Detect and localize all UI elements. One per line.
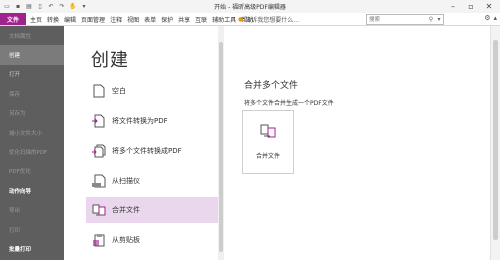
collapse-ribbon-icon[interactable]: ▴	[493, 14, 497, 22]
sidebar-item-reduce-file-size[interactable]: 减小文件大小	[0, 123, 64, 142]
sidebar-item-batch-print[interactable]: 批量打印	[0, 239, 64, 258]
detail-scrollbar[interactable]	[490, 26, 500, 260]
window-controls: – ▫ ✕	[444, 1, 498, 11]
merge-files-card-icon	[260, 123, 276, 139]
create-panel: 创建 空白 将文件转换为PDF 将多个文件转换成PDF 从扫描仪 合并文件 从剪…	[64, 26, 218, 260]
option-label: 将多个文件转换成PDF	[112, 147, 182, 155]
lightbulb-icon: ●	[238, 16, 244, 23]
multi-file-to-pdf-icon	[92, 144, 106, 158]
menu-item-share[interactable]: 共享	[178, 15, 190, 24]
panel-title: 创建	[91, 50, 129, 71]
detail-title: 合并多个文件	[244, 81, 299, 91]
menu-bar: 文件 主页 转换 编辑 页面管理 注释 视图 表单 保护 共享 互联 辅助工具 …	[0, 13, 500, 26]
scrollbar-thumb[interactable]	[219, 42, 223, 252]
sidebar-item-document-properties[interactable]: 文档属性	[0, 26, 64, 45]
option-multi-file-to-pdf[interactable]: 将多个文件转换成PDF	[86, 138, 218, 164]
sidebar-item-create[interactable]: 创建	[0, 45, 64, 65]
gear-icon[interactable]: ⚙	[484, 14, 490, 22]
option-merge-files[interactable]: 合并文件	[86, 197, 218, 223]
option-label: 将文件转换为PDF	[112, 117, 168, 125]
menu-item-home[interactable]: 主页	[30, 15, 42, 24]
file-tab[interactable]: 文件	[0, 13, 26, 25]
menu-item-view[interactable]: 视图	[127, 15, 139, 24]
option-file-to-pdf[interactable]: 将文件转换为PDF	[86, 108, 218, 134]
window-title: 开始 - 福昕高级PDF编辑器	[214, 4, 286, 11]
sidebar-item-save[interactable]: 保存	[0, 84, 64, 103]
menu-item-comment[interactable]: 注释	[110, 15, 122, 24]
minimize-icon[interactable]: –	[444, 1, 462, 11]
menu-item-page-management[interactable]: 页面管理	[81, 15, 105, 24]
close-icon[interactable]: ✕	[480, 1, 498, 11]
option-from-clipboard[interactable]: 从剪贴板	[86, 227, 218, 253]
search-box[interactable]: ⚲ ▾	[366, 14, 444, 25]
menu-item-connect[interactable]: 互联	[195, 15, 207, 24]
file-to-pdf-icon	[92, 114, 106, 128]
right-controls: ⚙ ▴	[484, 14, 497, 22]
search-icon[interactable]: ⚲	[427, 16, 435, 23]
sidebar-item-action-wizard[interactable]: 动作向导	[0, 181, 64, 200]
detail-description: 将多个文件合并生成一个PDF文件	[244, 100, 334, 107]
merge-files-card[interactable]: 合并文件	[242, 110, 294, 174]
menu-item-protect[interactable]: 保护	[161, 15, 173, 24]
option-label: 合并文件	[112, 206, 140, 214]
option-blank[interactable]: 空白	[86, 78, 218, 104]
option-label: 从扫描仪	[112, 177, 140, 185]
sidebar-item-save-as[interactable]: 另存为	[0, 104, 64, 123]
merge-files-icon	[92, 203, 106, 217]
menu-item-form[interactable]: 表单	[144, 15, 156, 24]
option-label: 从剪贴板	[112, 236, 140, 244]
sidebar-item-print[interactable]: 打印	[0, 220, 64, 239]
clipboard-icon	[92, 233, 106, 247]
menu-item-edit[interactable]: 编辑	[64, 15, 76, 24]
merge-files-card-label: 合并文件	[255, 153, 280, 160]
menu-item-accessibility[interactable]: 辅助工具	[212, 15, 236, 24]
scanner-icon	[92, 174, 106, 188]
backstage-sidebar: 文档属性 创建 打开 保存 另存为 减小文件大小 优化扫描的PDF PDF优化 …	[0, 26, 64, 260]
blank-doc-icon	[92, 84, 106, 98]
search-input[interactable]	[367, 15, 427, 24]
option-label: 空白	[112, 87, 126, 95]
sidebar-item-optimize-scanned-pdf[interactable]: 优化扫描的PDF	[0, 142, 64, 161]
scrollbar-thumb[interactable]	[493, 40, 498, 240]
menu-item-convert[interactable]: 转换	[47, 15, 59, 24]
sidebar-item-open[interactable]: 打开	[0, 65, 64, 84]
maximize-icon[interactable]: ▫	[462, 1, 480, 11]
detail-area: 合并多个文件 将多个文件合并生成一个PDF文件 合并文件	[224, 26, 484, 260]
menu-items: 主页 转换 编辑 页面管理 注释 视图 表单 保护 共享 互联 辅助工具 帮助	[30, 15, 253, 24]
sidebar-item-pdf-optimizer[interactable]: PDF优化	[0, 162, 64, 181]
sidebar-item-export[interactable]: 导出	[0, 201, 64, 220]
tell-me-text: 告诉我您想要什么...	[245, 17, 299, 24]
search-dropdown-icon[interactable]: ▾	[435, 16, 443, 23]
option-from-scanner[interactable]: 从扫描仪	[86, 168, 218, 194]
title-bar: ▭ ▪ ▤ ▯ ↶ ↷ ✋ ▾ 开始 - 福昕高级PDF编辑器 – ▫ ✕	[0, 0, 500, 14]
tell-me-box[interactable]: ● 告诉我您想要什么...	[238, 15, 299, 24]
